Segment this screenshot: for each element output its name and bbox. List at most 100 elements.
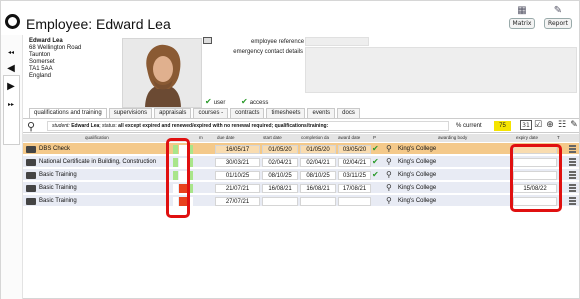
double-left-arrow-icon[interactable]: ◂◂ (4, 47, 18, 59)
filter-prefix: student: (52, 123, 70, 129)
col-award-date[interactable]: award date (338, 135, 360, 140)
row-menu-icon[interactable] (569, 158, 576, 166)
left-arrow-icon[interactable]: ◀ (4, 63, 18, 75)
award-date-cell[interactable] (338, 197, 371, 206)
checkmark-icon: ✔ (205, 97, 212, 106)
row-menu-icon[interactable] (569, 197, 576, 205)
page-title: Employee: Edward Lea (26, 16, 171, 32)
completion-date-cell[interactable] (300, 197, 336, 206)
user-label: user (213, 100, 226, 106)
double-right-arrow-icon[interactable]: ▸▸ (4, 99, 18, 111)
row-menu-icon[interactable] (569, 145, 576, 153)
qualification-cell: National Certificate in Building, Constr… (39, 159, 157, 165)
pen-list-icon: ✎ (553, 5, 563, 16)
calendar-icon[interactable]: 31 (520, 120, 532, 130)
magnifier-icon[interactable]: ⚲ (386, 183, 392, 192)
tab-contracts[interactable]: contracts (230, 108, 265, 118)
filter-status-text: all except expired and renewed/expired w… (118, 123, 329, 129)
due-date-cell[interactable]: 21/07/21 (215, 184, 260, 193)
address-line: 68 Wellington Road (29, 45, 82, 51)
checklist-icon[interactable]: ☑ (532, 120, 544, 130)
user-checkbox[interactable]: ✔ user (205, 97, 225, 106)
folder-icon[interactable] (26, 198, 36, 205)
completion-date-cell[interactable]: 01/05/20 (300, 145, 336, 154)
start-date-cell[interactable]: 16/08/21 (262, 184, 298, 193)
start-date-cell[interactable]: 02/04/21 (262, 158, 298, 167)
search-filter-icon[interactable]: ⚲ (27, 120, 35, 133)
edit-list-icon[interactable]: ✎ (568, 120, 580, 130)
table-row[interactable]: National Certificate in Building, Constr… (23, 156, 579, 168)
emergency-contact-field[interactable] (305, 47, 577, 93)
col-p[interactable]: P (373, 135, 376, 140)
completion-date-cell[interactable]: 16/08/21 (300, 184, 336, 193)
start-date-cell[interactable]: 08/10/25 (262, 171, 298, 180)
col-t[interactable]: T (557, 135, 560, 140)
row-menu-icon[interactable] (569, 171, 576, 179)
col-awarding-body[interactable]: awarding body (438, 135, 467, 140)
awarding-body-cell: King's College (398, 159, 437, 165)
magnifier-icon[interactable]: ⚲ (386, 157, 392, 166)
employee-name: Edward Lea (29, 38, 63, 44)
due-date-cell[interactable]: 01/10/25 (215, 171, 260, 180)
report-button[interactable]: ✎ Report (541, 5, 575, 29)
table-row[interactable]: Basic Training 01/10/25 08/10/25 08/10/25 03… (23, 169, 579, 181)
awarding-body-cell: King's College (398, 146, 437, 152)
table-header: qualification m due date start date comp… (23, 134, 579, 142)
due-date-cell[interactable]: 27/07/21 (215, 197, 260, 206)
tab-courses[interactable]: courses - (193, 108, 229, 118)
add-list-icon[interactable]: ⊕ (544, 120, 556, 130)
magnifier-icon[interactable]: ⚲ (386, 196, 392, 205)
completion-date-cell[interactable]: 08/10/25 (300, 171, 336, 180)
employee-photo[interactable] (122, 38, 202, 108)
filter-status-prefix: ; status: (99, 123, 117, 129)
percent-current-label: % current (456, 123, 482, 129)
magnifier-icon[interactable]: ⚲ (386, 144, 392, 153)
award-date-cell[interactable]: 03/11/25 (338, 171, 371, 180)
right-arrow-icon[interactable]: ▶ (4, 81, 18, 93)
employee-reference-field[interactable] (305, 37, 369, 46)
tab-docs[interactable]: docs (337, 108, 360, 118)
col-completion-date[interactable]: completion da (301, 135, 329, 140)
col-due-date[interactable]: due date (217, 135, 235, 140)
table-row[interactable]: Basic Training 21/07/21 16/08/21 16/08/21 17… (23, 182, 579, 194)
start-date-cell[interactable] (262, 197, 298, 206)
filter-list-icon[interactable]: ☷ (556, 120, 568, 130)
employee-reference-label: employee reference (251, 39, 305, 45)
tab-appraisals[interactable]: appraisals (154, 108, 192, 118)
report-label: Report (544, 18, 572, 29)
magnifier-icon[interactable]: ⚲ (386, 170, 392, 179)
filter-bar: ⚲ student: Edward Lea; status: all excep… (23, 118, 579, 133)
folder-icon[interactable] (26, 159, 36, 166)
award-date-cell[interactable]: 03/05/20 (338, 145, 371, 154)
access-checkbox[interactable]: ✔ access (241, 97, 268, 106)
tab-events[interactable]: events (307, 108, 336, 118)
start-date-cell[interactable]: 01/05/20 (262, 145, 298, 154)
due-date-cell[interactable]: 16/05/17 (215, 145, 260, 154)
matrix-button[interactable]: ▦ Matrix (505, 5, 539, 29)
address-line: Taunton (29, 52, 51, 58)
employee-address-block: Edward Lea 68 Wellington Road Taunton So… (29, 38, 81, 80)
col-expiry-date[interactable]: expiry date (516, 135, 538, 140)
award-date-cell[interactable]: 02/04/21 (338, 158, 371, 167)
tab-supervisions[interactable]: supervisions (108, 108, 153, 118)
address-line: TA1 5AA (29, 66, 53, 72)
table-row[interactable]: DBS Check 16/05/17 01/05/20 01/05/20 03/05/2… (23, 143, 579, 155)
tab-timesheets[interactable]: timesheets (266, 108, 306, 118)
col-start-date[interactable]: start date (263, 135, 282, 140)
col-m[interactable]: m (199, 135, 203, 140)
status-column-annotation (166, 138, 190, 218)
folder-icon[interactable] (26, 146, 36, 153)
col-qualification[interactable]: qualification (85, 135, 109, 140)
awarding-body-cell: King's College (398, 172, 437, 178)
folder-icon[interactable] (26, 172, 36, 179)
filter-description[interactable]: student: Edward Lea; status: all except … (47, 121, 449, 131)
row-menu-icon[interactable] (569, 184, 576, 192)
address-line: Somerset (29, 59, 55, 65)
due-date-cell[interactable]: 30/03/21 (215, 158, 260, 167)
award-date-cell[interactable]: 17/08/21 (338, 184, 371, 193)
tab-qualifications-and-training[interactable]: qualifications and training (29, 108, 107, 118)
table-row[interactable]: Basic Training 27/07/21 ⚲ King's College (23, 195, 579, 207)
contact-card-icon[interactable] (203, 37, 212, 44)
completion-date-cell[interactable]: 02/04/21 (300, 158, 336, 167)
folder-icon[interactable] (26, 185, 36, 192)
